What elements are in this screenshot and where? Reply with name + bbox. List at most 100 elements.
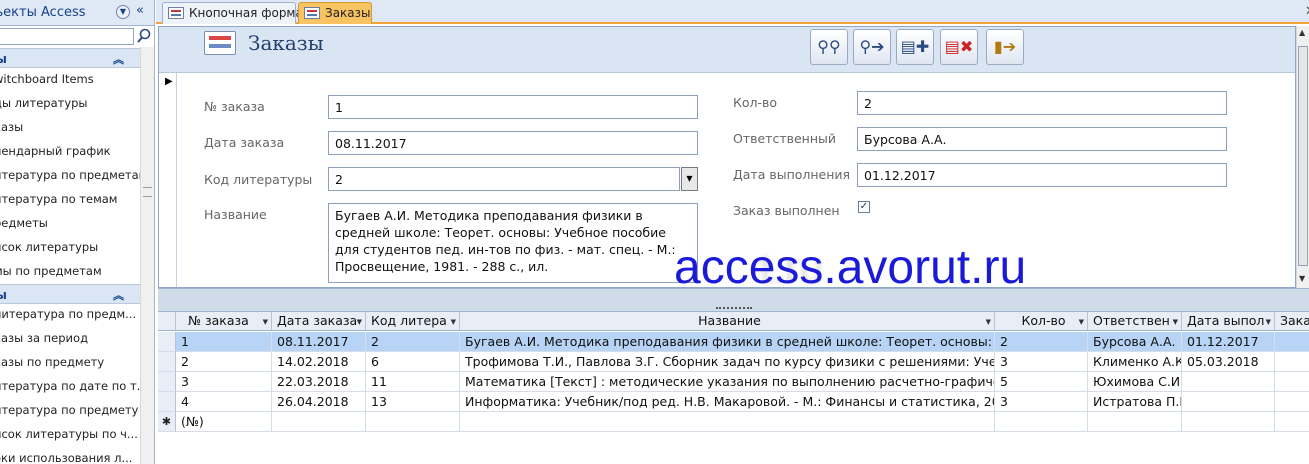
table-cell[interactable] <box>1275 392 1309 412</box>
close-form-button[interactable]: ▮➔ <box>986 29 1024 65</box>
tab-orders[interactable]: Заказы <box>298 2 372 24</box>
column-header[interactable]: Дата заказа ▼ <box>272 312 366 331</box>
table-cell[interactable] <box>366 412 460 432</box>
table-cell[interactable] <box>1275 412 1309 432</box>
nav-item[interactable]: оки использования л... <box>0 446 140 464</box>
column-header[interactable]: Название ▼ <box>460 312 995 331</box>
nav-group-tables[interactable]: ы ︽ <box>0 48 140 68</box>
table-cell[interactable]: 26.04.2018 <box>272 392 366 412</box>
nav-item[interactable]: итература по предмету <box>0 398 140 422</box>
done-checkbox[interactable]: ✓ <box>858 201 870 213</box>
find-button[interactable]: ⚲⚲ <box>810 29 848 65</box>
lit-code-combo[interactable]: 2 <box>328 167 680 191</box>
table-cell[interactable] <box>1275 372 1309 392</box>
column-header[interactable]: Ответствен ▼ <box>1088 312 1182 331</box>
column-header[interactable]: № заказа ▼ <box>176 312 272 331</box>
nav-item[interactable]: редметы <box>0 211 140 235</box>
chevron-down-icon[interactable]: ▼ <box>116 5 130 19</box>
nav-item[interactable]: итература по дате по т... <box>0 374 140 398</box>
close-icon[interactable]: ✕ <box>1305 4 1309 19</box>
table-cell[interactable]: 08.11.2017 <box>272 332 366 352</box>
table-cell[interactable]: Бугаев А.И. Методика преподавания физики… <box>460 332 995 352</box>
table-cell[interactable] <box>1182 372 1275 392</box>
new-record-button[interactable]: ▤✚ <box>896 29 934 65</box>
table-cell[interactable]: 3 <box>995 352 1088 372</box>
nav-item[interactable]: казы за период <box>0 326 140 350</box>
form-scrollbar[interactable]: ▲ ▼ <box>1296 26 1309 288</box>
table-cell[interactable] <box>1182 412 1275 432</box>
scroll-thumb[interactable] <box>143 187 152 197</box>
column-header[interactable]: Дата выпол ▼ <box>1182 312 1275 331</box>
table-cell[interactable]: Трофимова Т.И., Павлова З.Г. Сборник зад… <box>460 352 995 372</box>
table-cell[interactable]: Информатика: Учебник/под ред. Н.В. Макар… <box>460 392 995 412</box>
column-header[interactable]: Зака <box>1275 312 1309 331</box>
table-cell[interactable]: Клименко А.К <box>1088 352 1182 372</box>
table-cell[interactable]: Бурсова А.А. <box>1088 332 1182 352</box>
nav-item[interactable]: ды литературы <box>0 91 140 115</box>
table-cell[interactable]: 4 <box>176 392 272 412</box>
new-record-icon[interactable]: ✱ <box>158 412 176 432</box>
row-selector[interactable] <box>158 372 176 392</box>
table-cell[interactable]: 22.03.2018 <box>272 372 366 392</box>
done-date-field[interactable]: 01.12.2017 <box>857 163 1227 187</box>
scroll-thumb[interactable] <box>1298 46 1308 266</box>
table-cell[interactable]: 2 <box>995 332 1088 352</box>
select-all-corner[interactable] <box>158 312 176 331</box>
table-cell[interactable] <box>1275 332 1309 352</box>
column-header[interactable]: Код литера ▼ <box>366 312 460 331</box>
table-cell[interactable]: (№) <box>176 412 272 432</box>
qty-field[interactable]: 2 <box>857 91 1227 115</box>
table-cell[interactable]: 6 <box>366 352 460 372</box>
chevron-down-icon[interactable]: ▼ <box>263 313 268 330</box>
table-cell[interactable]: Математика [Текст] : методические указан… <box>460 372 995 392</box>
chevron-up-icon[interactable]: ︽ <box>113 287 124 303</box>
table-cell[interactable] <box>1182 392 1275 412</box>
nav-group-queries[interactable]: ы ︽ <box>0 284 140 304</box>
order-date-field[interactable]: 08.11.2017 <box>328 131 698 155</box>
record-selector[interactable]: ▶ <box>159 73 177 287</box>
table-cell[interactable]: 01.12.2017 <box>1182 332 1275 352</box>
splitter-grip[interactable] <box>716 307 752 310</box>
nav-item[interactable]: исок литературы <box>0 235 140 259</box>
nav-item[interactable]: мы по предметам <box>0 259 140 283</box>
table-cell[interactable]: 14.02.2018 <box>272 352 366 372</box>
table-cell[interactable]: Истратова П.Р <box>1088 392 1182 412</box>
scroll-up-icon[interactable]: ▲ <box>1299 28 1305 37</box>
nav-title[interactable]: ъекты Access <box>0 5 86 20</box>
table-cell[interactable]: 2 <box>176 352 272 372</box>
chevron-down-icon[interactable]: ▼ <box>357 313 362 330</box>
chevron-down-icon[interactable]: ▼ <box>1079 313 1084 330</box>
table-cell[interactable]: 5 <box>995 372 1088 392</box>
nav-item[interactable]: лендарный график <box>0 139 140 163</box>
title-field[interactable]: Бугаев А.И. Методика преподавания физики… <box>328 203 698 283</box>
nav-scrollbar[interactable] <box>140 47 154 464</box>
tab-switchboard[interactable]: Кнопочная форма <box>162 2 303 24</box>
table-cell[interactable]: 13 <box>366 392 460 412</box>
chevron-down-icon[interactable]: ▼ <box>986 313 991 330</box>
responsible-field[interactable]: Бурсова А.А. <box>857 127 1227 151</box>
table-cell[interactable]: 11 <box>366 372 460 392</box>
table-cell[interactable]: 3 <box>176 372 272 392</box>
nav-item[interactable]: witchboard Items <box>0 67 140 91</box>
scroll-down-icon[interactable]: ▼ <box>1299 274 1305 283</box>
nav-item[interactable]: исок литературы по ч... <box>0 422 140 446</box>
table-cell[interactable] <box>995 412 1088 432</box>
search-icon[interactable] <box>136 27 152 45</box>
row-selector[interactable] <box>158 352 176 372</box>
order-no-field[interactable]: 1 <box>328 95 698 119</box>
dropdown-button[interactable]: ▼ <box>681 167 698 191</box>
column-header[interactable]: Кол-во ▼ <box>995 312 1088 331</box>
table-cell[interactable]: 1 <box>176 332 272 352</box>
row-selector[interactable] <box>158 332 176 352</box>
chevron-down-icon[interactable]: ▼ <box>1173 313 1178 330</box>
nav-item[interactable]: итература по предметам <box>0 163 140 187</box>
table-cell[interactable]: 05.03.2018 <box>1182 352 1275 372</box>
nav-item[interactable]: литература по предм... <box>0 302 140 326</box>
chevron-up-icon[interactable]: ︽ <box>113 51 124 67</box>
chevron-down-icon[interactable]: ▼ <box>451 313 456 330</box>
table-cell[interactable]: 2 <box>366 332 460 352</box>
chevron-down-icon[interactable]: ▼ <box>1266 313 1271 330</box>
table-cell[interactable] <box>1275 352 1309 372</box>
nav-item[interactable]: итература по темам <box>0 187 140 211</box>
table-cell[interactable]: 3 <box>995 392 1088 412</box>
